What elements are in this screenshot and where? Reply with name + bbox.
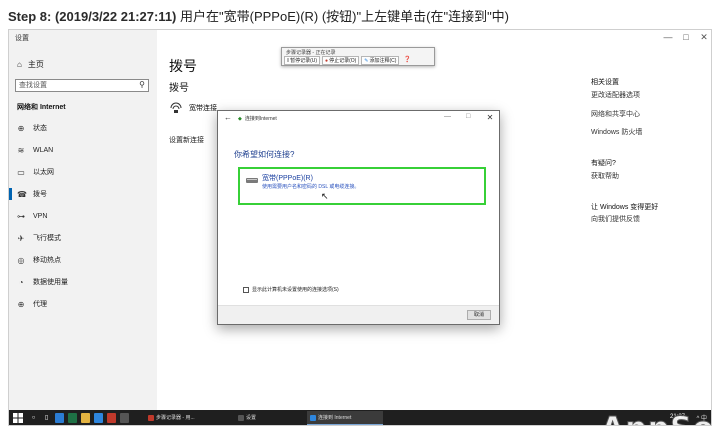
- dialog-question: 你希望如何连接?: [234, 150, 295, 159]
- search-icon: ⚲: [139, 80, 145, 89]
- maximize-button[interactable]: □: [677, 30, 695, 44]
- sidebar-item-status[interactable]: ⊕ 状态: [17, 121, 151, 135]
- search-placeholder: 查找设置: [19, 82, 47, 89]
- dialog-footer: 取消: [218, 305, 499, 324]
- search-input[interactable]: 查找设置 ⚲: [15, 79, 149, 92]
- connect-task-icon: [310, 415, 316, 421]
- hotspot-icon: ◎: [17, 255, 25, 265]
- explorer-app-icon[interactable]: [81, 413, 90, 423]
- dialup-connection-icon: [170, 102, 182, 113]
- taskbar-task-recorder[interactable]: 步骤记录器 - 用...: [145, 411, 199, 425]
- checkbox-label: 显示此计算机未设置使用的连接选项(S): [252, 287, 339, 293]
- checkbox-box[interactable]: [243, 286, 249, 293]
- data-usage-icon: ◔: [18, 277, 24, 287]
- sidebar-item-vpn[interactable]: ⊶ VPN: [17, 209, 151, 223]
- sidebar-item-wlan[interactable]: ≋ WLAN: [17, 143, 151, 157]
- step-description: 用户在"宽带(PPPoE)(R) (按钮)"上左键单击(在"连接到"中): [176, 9, 510, 24]
- cancel-button[interactable]: 取消: [467, 310, 491, 320]
- search-taskbar-icon[interactable]: ○: [29, 413, 38, 423]
- wifi-icon: ≋: [17, 145, 25, 155]
- task-view-icon[interactable]: ▯: [42, 413, 51, 423]
- sidebar-section-title: 网络和 Internet: [17, 104, 66, 111]
- excel-app-icon[interactable]: [68, 413, 77, 423]
- stop-icon: ●: [325, 57, 329, 64]
- show-options-checkbox[interactable]: 显示此计算机未设置使用的连接选项(S): [243, 286, 339, 293]
- stop-record-button[interactable]: ● 停止记录(O): [322, 56, 360, 65]
- related-link-network-center[interactable]: 网络和共享中心: [591, 109, 640, 119]
- page-title: 拨号: [169, 58, 197, 74]
- globe-icon: ⊕: [17, 123, 25, 133]
- settings-sidebar: 设置 ⌂ 主页 查找设置 ⚲ 网络和 Internet ⊕ 状态 ≋ WLAN …: [9, 30, 157, 410]
- dialog-minimize-button[interactable]: —: [444, 113, 451, 120]
- ethernet-icon: ▭: [17, 167, 25, 177]
- sidebar-home-label: 主页: [27, 60, 44, 69]
- step-caption: Step 8: (2019/3/22 21:27:11) 用户在"宽带(PPPo…: [8, 6, 509, 25]
- section-title: 拨号: [169, 83, 189, 94]
- sidebar-item-ethernet[interactable]: ▭ 以太网: [17, 165, 151, 179]
- app-icon-red[interactable]: [107, 413, 116, 423]
- modem-icon: [246, 178, 258, 183]
- back-arrow-icon[interactable]: ←: [224, 113, 232, 122]
- get-help-link[interactable]: 获取帮助: [591, 171, 619, 181]
- home-icon: ⌂: [17, 60, 22, 69]
- dialog-title: ◆ 连接到Internet: [238, 115, 277, 123]
- mouse-cursor-icon: ↖: [321, 191, 329, 201]
- screenshot-frame: 设置 ⌂ 主页 查找设置 ⚲ 网络和 Internet ⊕ 状态 ≋ WLAN …: [8, 29, 712, 426]
- windows-start-icon[interactable]: [13, 413, 23, 423]
- sidebar-item-airplane[interactable]: ✈ 飞行模式: [17, 231, 151, 245]
- dialog-close-button[interactable]: ✕: [481, 111, 499, 124]
- dialog-titlebar: ← ◆ 连接到Internet — □ ✕: [218, 111, 499, 127]
- sidebar-home[interactable]: ⌂ 主页: [17, 59, 44, 70]
- steps-recorder-toolbar: 步骤记录器 - 正在记录 ‖ 暂停记录(U) ● 停止记录(O) ✎ 添加注释(…: [281, 47, 435, 66]
- help-icon[interactable]: ❓: [401, 56, 412, 65]
- sidebar-item-dialup[interactable]: ☎ 拨号: [9, 187, 151, 201]
- airplane-icon: ✈: [17, 233, 25, 243]
- dialup-icon: ☎: [17, 189, 27, 199]
- dialog-maximize-button[interactable]: □: [466, 113, 470, 120]
- step-label: Step 8: (2019/3/22 21:27:11): [8, 9, 177, 24]
- pause-record-button[interactable]: ‖ 暂停记录(U): [284, 56, 321, 65]
- connect-dialog: ← ◆ 连接到Internet — □ ✕ 你希望如何连接? 宽带(PPPoE)…: [217, 110, 500, 325]
- word-app-icon[interactable]: [55, 413, 64, 423]
- recorder-title: 步骤记录器 - 正在记录: [286, 50, 336, 56]
- comment-icon: ✎: [364, 57, 369, 64]
- feedback-link[interactable]: 向我们提供反馈: [591, 214, 640, 224]
- vpn-icon: ⊶: [17, 211, 25, 221]
- connection-item-broadband[interactable]: 宽带连接: [169, 102, 217, 114]
- taskbar-task-settings[interactable]: 设置: [235, 411, 260, 425]
- setup-new-connection-link[interactable]: 设置新连接: [169, 135, 204, 145]
- question-heading: 有疑问?: [591, 160, 616, 167]
- app-icon-gray[interactable]: [120, 413, 129, 423]
- window-title: 设置: [15, 35, 29, 42]
- minimize-button[interactable]: —: [659, 30, 677, 44]
- add-comment-button[interactable]: ✎ 添加注释(C): [361, 56, 400, 65]
- improve-heading: 让 Windows 变得更好: [591, 204, 659, 211]
- proxy-icon: ⊕: [17, 299, 25, 309]
- edge-app-icon[interactable]: [94, 413, 103, 423]
- related-link-firewall[interactable]: Windows 防火墙: [591, 127, 642, 137]
- broadband-pppoe-option[interactable]: 宽带(PPPoE)(R) 使用需要用户名和密码的 DSL 或电缆连接。: [238, 167, 486, 205]
- settings-task-icon: [238, 415, 244, 421]
- pause-icon: ‖: [287, 57, 290, 64]
- option-description: 使用需要用户名和密码的 DSL 或电缆连接。: [262, 184, 360, 190]
- taskbar-task-connect[interactable]: 连接到 Internet: [307, 411, 383, 425]
- close-button[interactable]: ✕: [695, 30, 711, 44]
- sidebar-item-hotspot[interactable]: ◎ 移动热点: [17, 253, 151, 267]
- sidebar-item-data-usage[interactable]: ◔ 数据使用量: [17, 275, 151, 289]
- sidebar-item-proxy[interactable]: ⊕ 代理: [17, 297, 151, 311]
- related-link-adapter[interactable]: 更改适配器选项: [591, 90, 640, 100]
- connection-name: 宽带连接: [189, 105, 217, 112]
- appso-watermark-logo: AppSo: [600, 411, 711, 426]
- recorder-task-icon: [148, 415, 154, 421]
- network-icon: ◆: [238, 115, 242, 122]
- option-title: 宽带(PPPoE)(R): [262, 175, 313, 182]
- related-settings-heading: 相关设置: [591, 79, 619, 86]
